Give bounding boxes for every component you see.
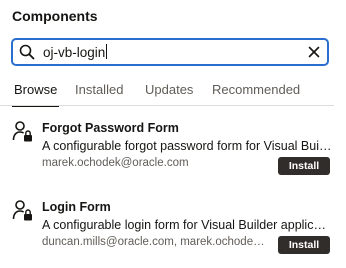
panel-title: Components [12,8,98,24]
install-button[interactable]: Install [278,236,330,254]
component-authors: duncan.mills@oracle.com, marek.ochodek@o… [42,236,267,248]
component-authors: marek.ochodek@oracle.com [42,157,189,169]
list-item[interactable]: Forgot Password Form A configurable forg… [0,120,346,182]
search-input[interactable]: oj-vb-login [43,44,108,61]
text-caret [106,44,108,59]
install-button[interactable]: Install [278,157,330,175]
search-field[interactable]: oj-vb-login [11,38,329,66]
component-name: Login Form [42,200,111,214]
list-item[interactable]: Login Form A configurable login form for… [0,199,346,261]
tab-installed[interactable]: Installed [75,82,123,97]
tab-recommended[interactable]: Recommended [212,82,300,97]
tab-divider [0,105,334,106]
tab-bar: Browse Installed Updates Recommended [0,76,334,107]
tab-browse[interactable]: Browse [11,82,60,107]
user-lock-icon [12,200,32,221]
tab-updates[interactable]: Updates [145,82,193,97]
close-icon[interactable] [307,45,321,59]
search-icon [19,44,35,60]
component-description: A configurable forgot password form for … [42,139,332,153]
component-name: Forgot Password Form [42,121,179,135]
user-lock-icon [12,121,32,142]
component-description: A configurable login form for Visual Bui… [42,218,332,232]
